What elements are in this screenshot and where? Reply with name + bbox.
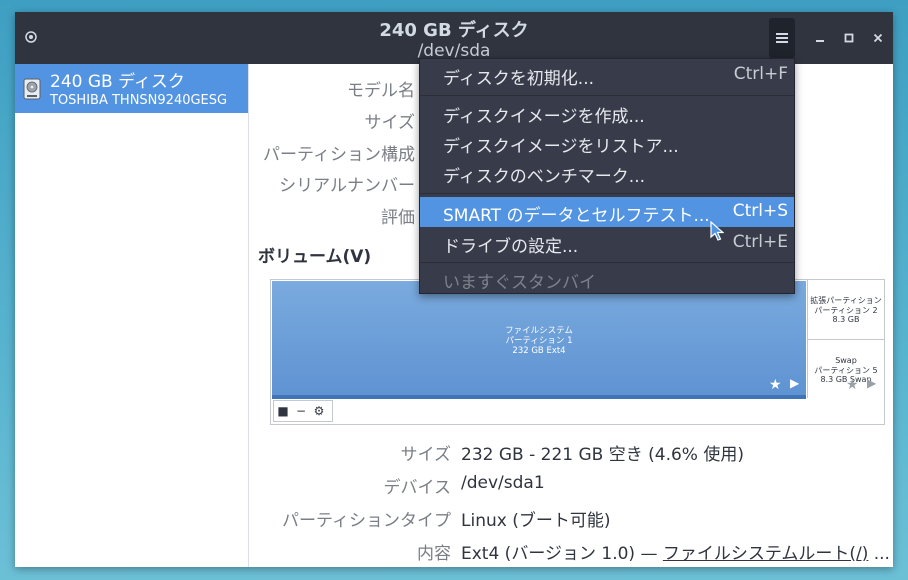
menu-item-standby-now: いますぐスタンバイ [443,273,596,293]
detail-value-device: /dev/sda1 [461,473,545,493]
volumes-heading: ボリューム(V) [258,247,372,267]
partition-5-name: パーティション 5 [814,365,878,375]
detail-label-size: サイズ [400,445,452,465]
swap-play-icon: ▶ [867,376,877,390]
partition-1-type: ファイルシステム [505,326,573,336]
partition-5-type: Swap [835,356,857,365]
partition-1-name: パーティション 1 [505,336,573,346]
swap-star-icon: ★ [846,377,859,393]
maximize-icon [844,33,854,43]
detail-label-device: デバイス [383,478,452,498]
label-model: モデル名 [347,81,415,101]
label-assessment: 評価 [381,208,415,228]
menu-item-benchmark[interactable]: ディスクのベンチマーク... [420,158,794,188]
volume-map: ファイルシステム パーティション 1 232 GB Ext4 ★ ▶ 拡張パーテ… [270,279,885,425]
detail-label-contents: 内容 [417,544,451,564]
mounted-star-icon: ★ [769,377,782,393]
drive-menu-button[interactable] [769,18,795,58]
menu-item-format-disk[interactable]: ディスクを初期化... Ctrl+F [420,60,794,90]
contents-text: Ext4 (バージョン 1.0) — [461,544,663,564]
minimize-icon [816,40,824,42]
label-size: サイズ [364,113,416,133]
menu-item-restore-image[interactable]: ディスクイメージをリストア... [420,128,794,158]
drive-sidebar: 240 GB ディスク TOSHIBA THNSN9240GESG [15,64,249,567]
mouse-pointer-icon [710,221,724,241]
title-bar[interactable]: 240 GB ディスク /dev/sda [15,12,893,64]
menu-item-create-image[interactable]: ディスクイメージを作成... [420,98,794,128]
drive-name: 240 GB ディスク [50,72,185,92]
partition-1-block[interactable]: ファイルシステム パーティション 1 232 GB Ext4 ★ ▶ [272,281,806,399]
remove-partition-button[interactable]: − [292,401,310,421]
contents-ellipsis: ... [868,544,890,564]
partition-options-button[interactable]: ⚙ [310,401,328,421]
partition-2-name: パーティション 2 [814,305,878,315]
partition-2-block[interactable]: 拡張パーティション パーティション 2 8.3 GB [807,280,884,340]
partition-1-size: 232 GB Ext4 [512,346,566,356]
partition-2-size: 8.3 GB [832,315,860,324]
drive-options-menu: ディスクを初期化... Ctrl+F ディスクイメージを作成... ディスクイメ… [419,58,795,294]
menu-separator [420,193,794,194]
hamburger-icon [776,33,788,43]
stop-button[interactable]: ■ [274,401,292,421]
menu-item-smart[interactable]: SMART のデータとセルフテスト... Ctrl+S [420,197,794,227]
detail-value-size: 232 GB - 221 GB 空き (4.6% 使用) [461,445,744,465]
hard-drive-icon [23,78,41,100]
menu-item-drive-settings[interactable]: ドライブの設定... Ctrl+E [420,228,794,258]
partition-5-block[interactable]: Swap パーティション 5 8.3 GB Swap ★ ▶ [807,340,884,398]
sidebar-item-drive[interactable]: 240 GB ディスク TOSHIBA THNSN9240GESG [15,64,248,113]
label-partitioning: パーティション構成 [263,145,415,165]
maximize-button[interactable] [841,30,857,46]
detail-value-contents: Ext4 (バージョン 1.0) — ファイルシステムルート(/) ... [461,539,890,564]
menu-separator [420,262,794,263]
partition-2-type: 拡張パーティション [810,296,882,305]
menu-separator [420,95,794,96]
detail-value-partition-type: Linux (ブート可能) [461,511,611,531]
close-icon [873,33,883,43]
minimize-button[interactable] [812,30,828,46]
drive-model: TOSHIBA THNSN9240GESG [50,93,228,108]
label-serial: シリアルナンバー [279,176,415,196]
window-title: 240 GB ディスク [379,20,529,41]
filesystem-root-link[interactable]: ファイルシステムルート(/) [663,544,868,564]
play-icon: ▶ [790,376,800,390]
detail-label-partition-type: パーティションタイプ [282,511,451,531]
volume-toolbar: ■ − ⚙ [273,400,333,422]
close-button[interactable] [870,30,886,46]
